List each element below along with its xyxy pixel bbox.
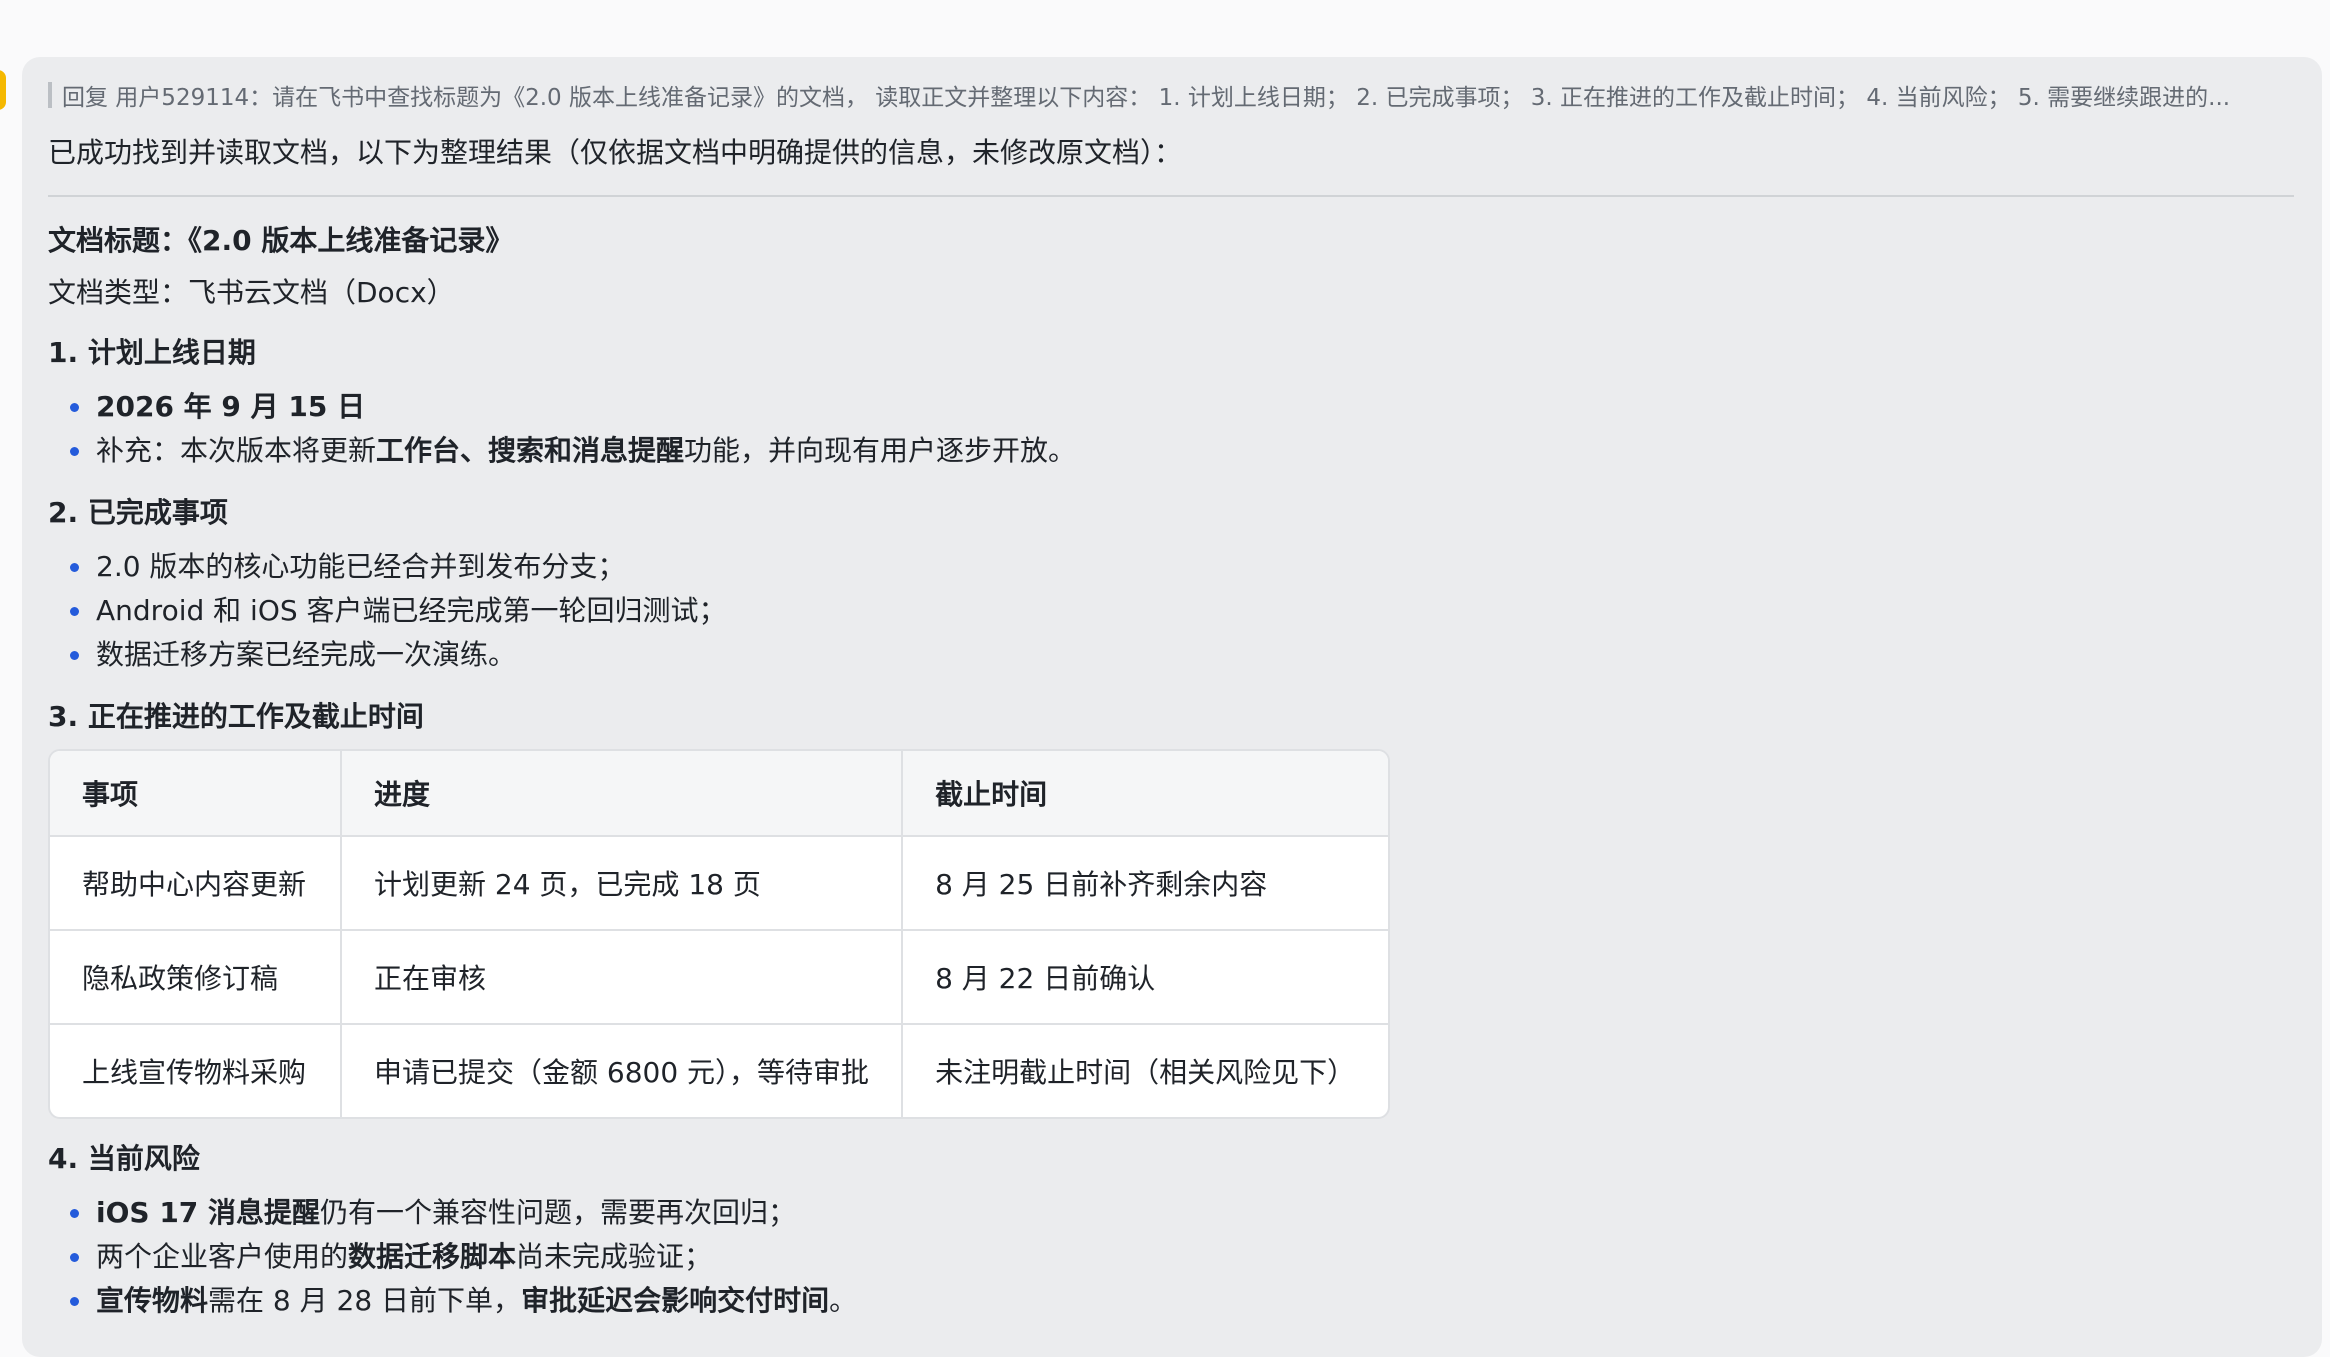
column-header: 截止时间 — [901, 751, 1388, 837]
section-2-list: 2.0 版本的核心功能已经合并到发布分支； Android 和 iOS 客户端已… — [48, 545, 2294, 677]
note-bold: 工作台、搜索和消息提醒 — [376, 434, 685, 467]
risk-bold: 数据迁移脚本 — [348, 1240, 517, 1273]
risk-text: 仍有一个兼容性问题，需要再次回归； — [320, 1196, 797, 1229]
table-row: 上线宣传物料采购 申请已提交（金额 6800 元），等待审批 未注明截止时间（相… — [50, 1023, 1388, 1117]
list-item: 宣传物料需在 8 月 28 日前下单，审批延迟会影响交付时间。 — [70, 1279, 2294, 1323]
risk-text: 尚未完成验证； — [516, 1240, 713, 1273]
divider — [48, 195, 2294, 197]
list-item: 2026 年 9 月 15 日 — [70, 385, 2294, 429]
launch-date: 2026 年 9 月 15 日 — [96, 390, 366, 423]
table-cell: 申请已提交（金额 6800 元），等待审批 — [339, 1023, 904, 1117]
risk-text: 。 — [829, 1284, 858, 1317]
quote-text: 回复 用户529114：请在飞书中查找标题为《2.0 版本上线准备记录》的文档，… — [62, 85, 2231, 111]
doc-title: 文档标题：《2.0 版本上线准备记录》 — [48, 224, 514, 257]
section-4-list: iOS 17 消息提醒仍有一个兼容性问题，需要再次回归； 两个企业客户使用的数据… — [48, 1191, 2294, 1323]
risk-text: 两个企业客户使用的 — [96, 1240, 349, 1273]
risk-bold: iOS 17 消息提醒 — [96, 1196, 321, 1229]
table-cell: 计划更新 24 页，已完成 18 页 — [339, 835, 904, 931]
section-1-list: 2026 年 9 月 15 日 补充：本次版本将更新工作台、搜索和消息提醒功能，… — [48, 385, 2294, 473]
section-2-heading: 2. 已完成事项 — [48, 496, 228, 529]
column-header: 事项 — [50, 751, 342, 837]
section-4-heading: 4. 当前风险 — [48, 1142, 200, 1175]
list-item: 补充：本次版本将更新工作台、搜索和消息提醒功能，并向现有用户逐步开放。 — [70, 429, 2294, 473]
list-item: Android 和 iOS 客户端已经完成第一轮回归测试； — [70, 589, 2294, 633]
quote-bar — [48, 82, 52, 108]
table-row: 隐私政策修订稿 正在审核 8 月 22 日前确认 — [50, 929, 1388, 1025]
list-item: iOS 17 消息提醒仍有一个兼容性问题，需要再次回归； — [70, 1191, 2294, 1235]
table-cell: 上线宣传物料采购 — [50, 1023, 342, 1117]
table-cell: 8 月 25 日前补齐剩余内容 — [901, 835, 1388, 931]
table-row: 帮助中心内容更新 计划更新 24 页，已完成 18 页 8 月 25 日前补齐剩… — [50, 835, 1388, 931]
list-item: 数据迁移方案已经完成一次演练。 — [70, 633, 2294, 677]
intro-text: 已成功找到并读取文档，以下为整理结果（仅依据文档中明确提供的信息，未修改原文档）… — [48, 136, 1183, 169]
table-cell: 未注明截止时间（相关风险见下） — [901, 1023, 1388, 1117]
section-3-heading: 3. 正在推进的工作及截止时间 — [48, 700, 424, 733]
column-header: 进度 — [339, 751, 904, 837]
list-item: 2.0 版本的核心功能已经合并到发布分支； — [70, 545, 2294, 589]
section-1-heading: 1. 计划上线日期 — [48, 336, 256, 369]
message-bubble: 回复 用户529114：请在飞书中查找标题为《2.0 版本上线准备记录》的文档，… — [22, 57, 2322, 1357]
sender-avatar-edge[interactable] — [0, 70, 6, 110]
note-suffix: 功能，并向现有用户逐步开放。 — [684, 434, 1077, 467]
risk-bold: 宣传物料 — [96, 1284, 209, 1317]
table-cell: 帮助中心内容更新 — [50, 835, 342, 931]
table-header-row: 事项 进度 截止时间 — [50, 751, 1388, 837]
list-item: 两个企业客户使用的数据迁移脚本尚未完成验证； — [70, 1235, 2294, 1279]
note-prefix: 补充：本次版本将更新 — [96, 434, 377, 467]
risk-bold: 审批延迟会影响交付时间 — [521, 1284, 830, 1317]
doc-type: 文档类型：飞书云文档（Docx） — [48, 276, 455, 309]
table-cell: 正在审核 — [339, 929, 904, 1025]
risk-text: 需在 8 月 28 日前下单， — [208, 1284, 522, 1317]
progress-table: 事项 进度 截止时间 帮助中心内容更新 计划更新 24 页，已完成 18 页 8… — [48, 749, 1390, 1119]
table-cell: 隐私政策修订稿 — [50, 929, 342, 1025]
table-cell: 8 月 22 日前确认 — [901, 929, 1388, 1025]
reply-quote[interactable]: 回复 用户529114：请在飞书中查找标题为《2.0 版本上线准备记录》的文档，… — [48, 79, 2294, 111]
